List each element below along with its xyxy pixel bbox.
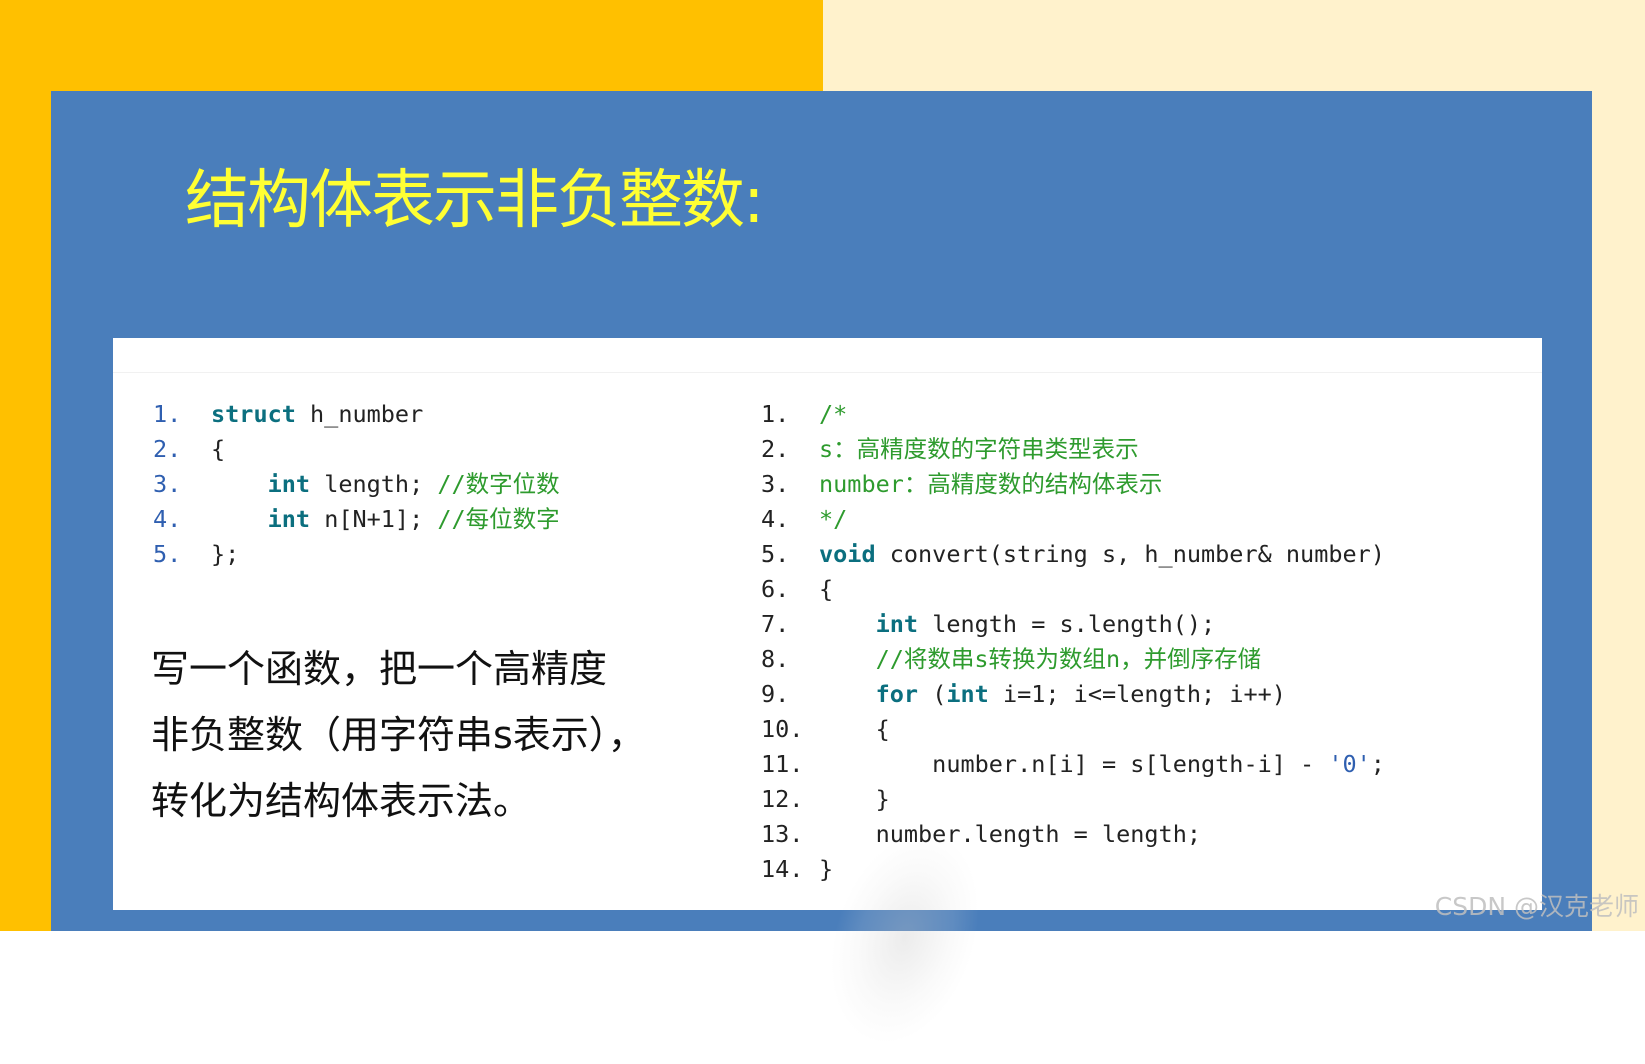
code-comment: //每位数字 — [437, 505, 560, 533]
code-keyword: int — [875, 610, 919, 638]
line-number: 12. — [761, 785, 804, 813]
code-keyword: int — [946, 680, 989, 708]
line-number: 1. — [761, 400, 790, 428]
line-number: 3. — [153, 470, 182, 498]
code-keyword: int — [267, 505, 311, 533]
task-line: 非负整数（用字符串s表示）， — [151, 713, 646, 757]
line-number: 1. — [153, 400, 182, 428]
code-line: 7. int length = s.length(); — [761, 607, 1385, 642]
line-number: 4. — [761, 505, 790, 533]
line-number: 5. — [761, 540, 790, 568]
code-text: h_number — [295, 400, 424, 428]
code-line: 14.} — [761, 852, 1385, 887]
code-text: length; — [310, 470, 438, 498]
line-number: 7. — [761, 610, 790, 638]
code-text: convert(string s, h_number& number) — [875, 540, 1385, 568]
code-text: ( — [918, 680, 947, 708]
code-line: 4. int n[N+1]; //每位数字 — [153, 502, 560, 537]
line-number: 14. — [761, 855, 804, 883]
code-line: 11. number.n[i] = s[length-i] - '0'; — [761, 747, 1385, 782]
line-number: 6. — [761, 575, 790, 603]
code-line: 1. /* — [761, 397, 1385, 432]
code-line: 13. number.length = length; — [761, 817, 1385, 852]
code-string: '0' — [1328, 750, 1371, 778]
code-line: 3. number：高精度数的结构体表示 — [761, 467, 1385, 502]
code-line: 12. } — [761, 782, 1385, 817]
code-line: 2. s：高精度数的字符串类型表示 — [761, 432, 1385, 467]
code-text: { — [819, 575, 834, 603]
code-text: { — [211, 435, 226, 463]
content-divider — [113, 372, 1542, 373]
code-keyword: int — [267, 470, 311, 498]
watermark: CSDN @汉克老师 — [1434, 892, 1639, 921]
slide-title: 结构体表示非负整数: — [185, 164, 765, 238]
line-number: 5. — [153, 540, 182, 568]
code-comment: //将数串s转换为数组n，并倒序存储 — [875, 645, 1262, 673]
code-text: number.n[i] = s[length-i] - — [819, 750, 1329, 778]
line-number: 2. — [761, 435, 790, 463]
convert-code-listing: 1. /* 2. s：高精度数的字符串类型表示 3. number：高精度数的结构体表示 4… — [761, 397, 1385, 887]
line-number: 11. — [761, 750, 804, 778]
code-line: 3. int length; //数字位数 — [153, 467, 560, 502]
code-text: } — [819, 855, 834, 883]
code-comment: //数字位数 — [437, 470, 560, 498]
code-line: 6. { — [761, 572, 1385, 607]
code-line: 8. //将数串s转换为数组n，并倒序存储 — [761, 642, 1385, 677]
code-line: 5.}; — [153, 537, 560, 572]
code-line: 5. void convert(string s, h_number& numbe… — [761, 537, 1385, 572]
code-text: { — [819, 715, 890, 743]
line-number: 4. — [153, 505, 182, 533]
code-comment: s：高精度数的字符串类型表示 — [819, 435, 1139, 463]
code-keyword: for — [875, 680, 919, 708]
code-keyword: void — [819, 540, 876, 568]
code-line: 10. { — [761, 712, 1385, 747]
line-number: 13. — [761, 820, 804, 848]
task-line: 写一个函数，把一个高精度 — [151, 647, 608, 691]
line-number: 8. — [761, 645, 790, 673]
task-description: 写一个函数，把一个高精度 非负整数（用字符串s表示）， 转化为结构体表示法。 — [151, 636, 671, 834]
code-keyword: struct — [211, 400, 296, 428]
code-text: } — [819, 785, 890, 813]
code-text: ; — [1370, 750, 1385, 778]
line-number: 2. — [153, 435, 182, 463]
code-text: }; — [211, 540, 240, 568]
code-line: 2. { — [153, 432, 560, 467]
line-number: 3. — [761, 470, 790, 498]
code-text: length = s.length(); — [918, 610, 1216, 638]
code-line: 9. for (int i=1; i<=length; i++) — [761, 677, 1385, 712]
code-text: i=1; i<=length; i++) — [988, 680, 1286, 708]
code-comment: */ — [819, 505, 848, 533]
code-comment: number：高精度数的结构体表示 — [819, 470, 1163, 498]
code-text: number.length = length; — [819, 820, 1202, 848]
code-line: 1. struct h_number — [153, 397, 560, 432]
code-line: 4. */ — [761, 502, 1385, 537]
line-number: 10. — [761, 715, 804, 743]
content-box: 1. struct h_number 2. {3. int length; //数字位… — [113, 338, 1542, 1064]
code-comment: /* — [819, 400, 848, 428]
struct-code-listing: 1. struct h_number 2. {3. int length; //数字位… — [153, 397, 560, 572]
line-number: 9. — [761, 680, 790, 708]
code-text: n[N+1]; — [310, 505, 438, 533]
task-line: 转化为结构体表示法。 — [151, 779, 532, 823]
